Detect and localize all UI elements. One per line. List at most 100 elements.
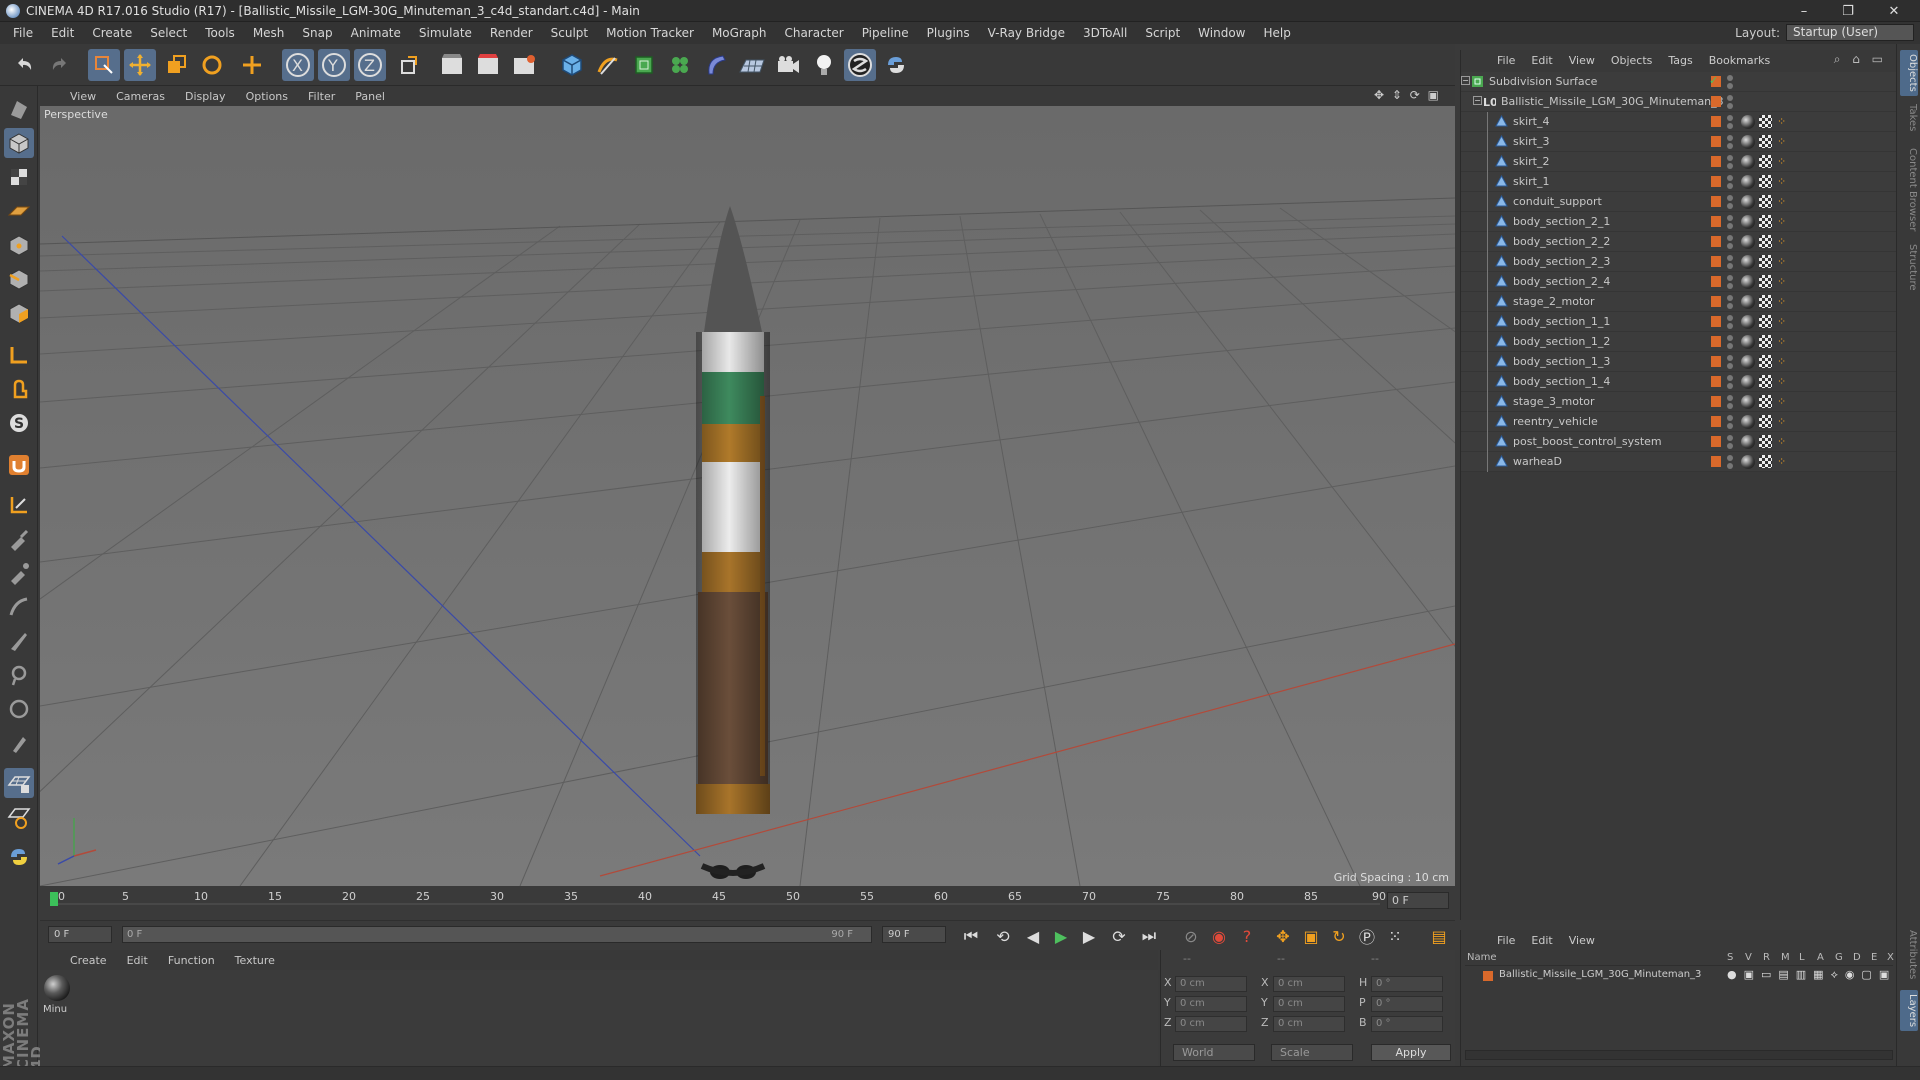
record-keys-icon[interactable]: ⊘ bbox=[1180, 925, 1202, 947]
texture-tag-icon[interactable] bbox=[1759, 355, 1772, 368]
layer-color-swatch[interactable] bbox=[1711, 236, 1721, 247]
position-x-field[interactable]: 0 cm bbox=[1175, 976, 1247, 992]
render-visibility-dot[interactable] bbox=[1727, 223, 1733, 229]
timeline-ruler[interactable]: 0 5 10 15 20 25 30 35 40 45 50 55 60 65 … bbox=[40, 888, 1455, 920]
menu-select[interactable]: Select bbox=[141, 22, 196, 44]
object-row[interactable]: conduit_support ⁘ bbox=[1461, 192, 1897, 212]
tab-structure[interactable]: Structure bbox=[1900, 244, 1918, 291]
z-axis-lock-icon[interactable]: Z bbox=[354, 49, 386, 81]
play-forward-icon[interactable]: ▶ bbox=[1050, 925, 1072, 947]
tab-objects[interactable]: Objects bbox=[1900, 50, 1918, 96]
editor-visibility-dot[interactable] bbox=[1727, 375, 1733, 381]
size-x-field[interactable]: 0 cm bbox=[1273, 976, 1345, 992]
menu-tools[interactable]: Tools bbox=[196, 22, 244, 44]
phong-tag-icon[interactable]: ⁘ bbox=[1777, 115, 1790, 128]
menu-sculpt[interactable]: Sculpt bbox=[542, 22, 597, 44]
phong-tag-icon[interactable]: ⁘ bbox=[1777, 195, 1790, 208]
phong-tag-icon[interactable]: ⁘ bbox=[1777, 215, 1790, 228]
texture-tag-icon[interactable] bbox=[1759, 435, 1772, 448]
expand-toggle-icon[interactable]: − bbox=[1461, 76, 1470, 85]
coordinate-system-icon[interactable] bbox=[392, 49, 424, 81]
size-y-field[interactable]: 0 cm bbox=[1273, 996, 1345, 1012]
position-y-field[interactable]: 0 cm bbox=[1175, 996, 1247, 1012]
camera-icon[interactable] bbox=[772, 49, 804, 81]
object-manager-search-icon[interactable]: ⌕ ⌂ ▭ bbox=[1834, 52, 1887, 67]
editor-visibility-dot[interactable] bbox=[1727, 235, 1733, 241]
perspective-viewport[interactable]: Perspective Grid Spacing : 10 cm bbox=[40, 106, 1455, 886]
layer-menu-view[interactable]: View bbox=[1561, 934, 1603, 947]
menu-plugins[interactable]: Plugins bbox=[918, 22, 979, 44]
tab-takes[interactable]: Takes bbox=[1900, 104, 1918, 131]
editor-visibility-dot[interactable] bbox=[1727, 195, 1733, 201]
phong-tag-icon[interactable]: ⁘ bbox=[1777, 335, 1790, 348]
brush-tool-icon[interactable] bbox=[4, 728, 34, 758]
material-tag-icon[interactable] bbox=[1741, 455, 1755, 469]
tab-content-browser[interactable]: Content Browser bbox=[1900, 148, 1918, 231]
light-icon[interactable] bbox=[808, 49, 840, 81]
frame-range-slider[interactable]: 0 F 90 F bbox=[122, 926, 872, 943]
object-row[interactable]: body_section_1_3 ⁘ bbox=[1461, 352, 1897, 372]
object-row[interactable]: body_section_2_4 ⁘ bbox=[1461, 272, 1897, 292]
axis-mode-icon[interactable] bbox=[4, 340, 34, 370]
object-row[interactable]: reentry_vehicle ⁘ bbox=[1461, 412, 1897, 432]
deformer-icon[interactable] bbox=[700, 49, 732, 81]
position-z-field[interactable]: 0 cm bbox=[1175, 1016, 1247, 1032]
render-settings-icon[interactable] bbox=[508, 49, 540, 81]
key-position-icon[interactable]: ✥ bbox=[1272, 925, 1294, 947]
phong-tag-icon[interactable]: ⁘ bbox=[1777, 355, 1790, 368]
editor-visibility-dot[interactable] bbox=[1727, 115, 1733, 121]
editor-visibility-dot[interactable] bbox=[1727, 175, 1733, 181]
layer-color-swatch[interactable] bbox=[1711, 176, 1721, 187]
phong-tag-icon[interactable]: ⁘ bbox=[1777, 255, 1790, 268]
object-row[interactable]: warheaD ⁘ bbox=[1461, 452, 1897, 472]
render-visibility-dot[interactable] bbox=[1727, 323, 1733, 329]
points-mode-icon[interactable] bbox=[4, 230, 34, 260]
scale-tool-icon[interactable] bbox=[160, 49, 192, 81]
editor-visibility-dot[interactable] bbox=[1727, 455, 1733, 461]
render-visibility-dot[interactable] bbox=[1727, 263, 1733, 269]
object-row[interactable]: post_boost_control_system ⁘ bbox=[1461, 432, 1897, 452]
phong-tag-icon[interactable]: ⁘ bbox=[1777, 295, 1790, 308]
menu-motion-tracker[interactable]: Motion Tracker bbox=[597, 22, 703, 44]
object-row[interactable]: skirt_3 ⁘ bbox=[1461, 132, 1897, 152]
key-rotation-icon[interactable]: ↻ bbox=[1328, 925, 1350, 947]
keyframe-selection-icon[interactable]: ? bbox=[1236, 925, 1258, 947]
go-to-start-icon[interactable]: ⏮ bbox=[960, 925, 982, 947]
render-picture-viewer-icon[interactable] bbox=[472, 49, 504, 81]
material-tag-icon[interactable] bbox=[1741, 315, 1755, 329]
object-menu-objects[interactable]: Objects bbox=[1603, 54, 1661, 67]
render-visibility-dot[interactable] bbox=[1727, 423, 1733, 429]
subdivision-surface-icon[interactable] bbox=[628, 49, 660, 81]
layer-color-swatch[interactable] bbox=[1711, 416, 1721, 427]
rotation-b-field[interactable]: 0 ° bbox=[1371, 1016, 1443, 1032]
viewport-menu-cameras[interactable]: Cameras bbox=[106, 90, 175, 103]
texture-tag-icon[interactable] bbox=[1759, 115, 1772, 128]
phong-tag-icon[interactable]: ⁘ bbox=[1777, 135, 1790, 148]
key-parameter-icon[interactable]: Ⓟ bbox=[1356, 925, 1378, 947]
timeline-window-icon[interactable]: ▤ bbox=[1428, 925, 1450, 947]
spline-paint-icon[interactable] bbox=[4, 592, 34, 622]
phong-tag-icon[interactable]: ⁘ bbox=[1777, 375, 1790, 388]
snap-toggle-icon[interactable]: S bbox=[4, 408, 34, 438]
render-visibility-dot[interactable] bbox=[1727, 303, 1733, 309]
material-swatch[interactable]: Minu bbox=[43, 974, 71, 1018]
next-frame-icon[interactable]: ▶ bbox=[1078, 925, 1100, 947]
floor-icon[interactable] bbox=[736, 49, 768, 81]
render-visibility-dot[interactable] bbox=[1727, 103, 1733, 109]
live-selection-icon[interactable] bbox=[88, 49, 120, 81]
previous-frame-icon[interactable]: ◀ bbox=[1022, 925, 1044, 947]
texture-tag-icon[interactable] bbox=[1759, 415, 1772, 428]
render-visibility-dot[interactable] bbox=[1727, 363, 1733, 369]
layer-color-swatch[interactable] bbox=[1711, 96, 1721, 107]
texture-tag-icon[interactable] bbox=[1759, 215, 1772, 228]
render-visibility-dot[interactable] bbox=[1727, 203, 1733, 209]
render-visibility-dot[interactable] bbox=[1727, 343, 1733, 349]
viewport-menu-filter[interactable]: Filter bbox=[298, 90, 345, 103]
render-visibility-dot[interactable] bbox=[1727, 443, 1733, 449]
editor-visibility-dot[interactable] bbox=[1727, 395, 1733, 401]
material-tag-icon[interactable] bbox=[1741, 295, 1755, 309]
material-tag-icon[interactable] bbox=[1741, 235, 1755, 249]
texture-tag-icon[interactable] bbox=[1759, 315, 1772, 328]
object-row[interactable]: skirt_2 ⁘ bbox=[1461, 152, 1897, 172]
material-tag-icon[interactable] bbox=[1741, 175, 1755, 189]
